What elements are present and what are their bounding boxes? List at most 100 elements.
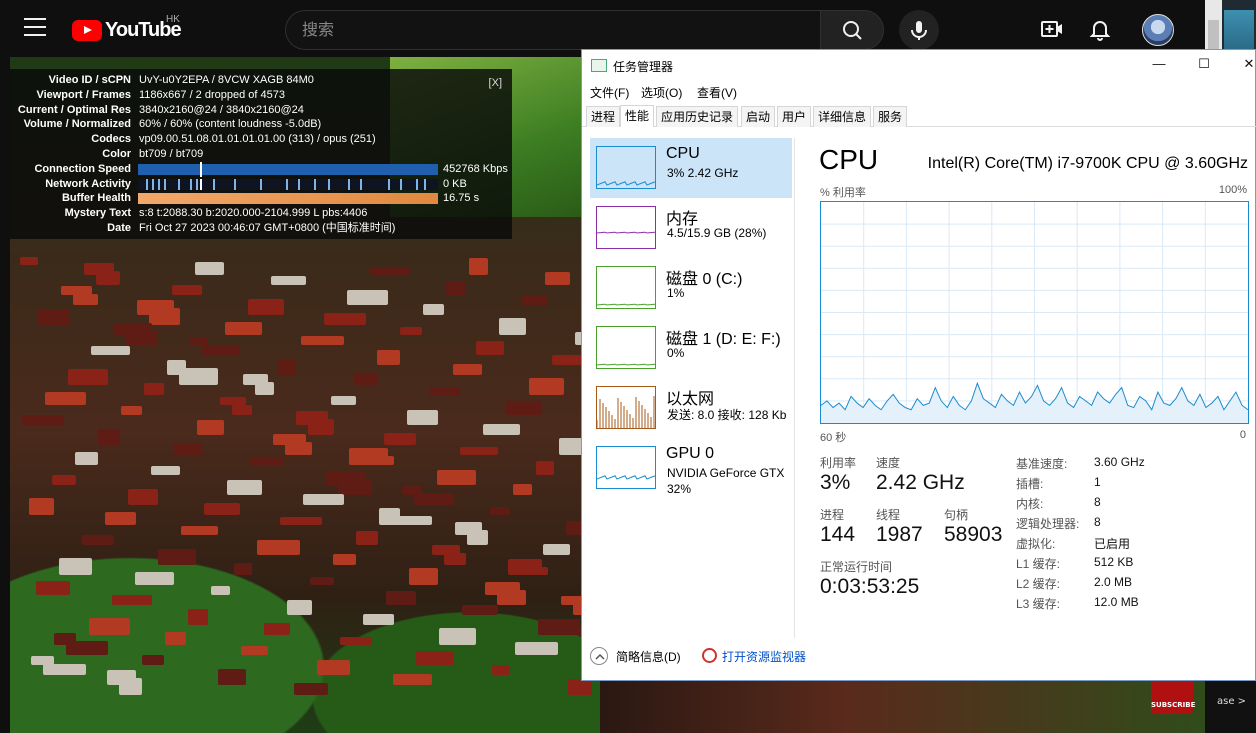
stats-key: Volume / Normalized [23,118,131,131]
search-input[interactable]: 搜索 [285,10,821,50]
task-manager-titlebar[interactable]: 任务管理器 — ☐ ✕ [582,50,1256,81]
house-roof [197,420,224,435]
house-roof [490,507,510,515]
stats-value: vp09.00.51.08.01.01.01.01.00 (313) / opu… [139,133,376,146]
house-roof [386,591,416,605]
house-roof [485,582,520,595]
house-roof [250,457,284,465]
sidebar-item-disk1[interactable]: 磁盘 1 (D: E: F:) 0% [590,318,792,378]
house-roof [82,535,114,545]
house-roof [211,586,230,595]
stats-value: 452768 Kbps [443,162,508,175]
house-roof [545,272,570,285]
house-roof [22,415,64,425]
stats-key: Codecs [91,133,131,146]
resource-monitor-icon [702,648,717,663]
house-roof [393,674,432,685]
house-roof [54,633,76,645]
house-roof [543,544,570,555]
sidebar-item-memory[interactable]: 内存 4.5/15.9 GB (28%) [590,198,792,258]
speed-value: 2.42 GHz [876,471,965,494]
house-roof [317,660,350,675]
tab-processes[interactable]: 进程 [586,106,621,127]
house-roof [38,309,70,325]
house-roof [333,554,356,565]
maximize-button[interactable]: ☐ [1194,56,1214,72]
stats-value: 0 KB [443,177,467,190]
mini-graph-line [596,475,656,480]
house-roof [492,665,510,675]
mini-graph-line [596,396,655,428]
house-roof [400,327,422,335]
spec-value: 1 [1094,475,1101,489]
threads-label: 线程 [876,508,901,522]
sidebar-item-gpu0[interactable]: GPU 0 NVIDIA GeForce GTX 32% [590,438,792,498]
create-video-icon[interactable] [1039,16,1065,42]
youtube-logo[interactable]: YouTube [72,19,182,41]
stats-value: s:8 t:2088.30 b:2020.000-2104.999 L pbs:… [139,207,368,220]
house-roof [430,387,460,395]
house-roof [167,360,186,375]
menu-icon[interactable] [24,18,46,36]
house-roof [326,471,366,485]
stats-key: Buffer Health [61,192,131,205]
stats-row: Date Fri Oct 27 2023 00:46:07 GMT+0800 (中… [10,221,512,235]
menu-file[interactable]: 文件(F) [590,84,629,101]
task-manager-window: 任务管理器 — ☐ ✕ 文件(F) 选项(O) 查看(V) 进程 性能 应用历史… [581,49,1256,681]
spec-value: 3.60 GHz [1094,455,1145,469]
house-roof [439,628,476,645]
house-roof [45,392,86,405]
tab-users[interactable]: 用户 [777,106,812,127]
menu-options[interactable]: 选项(O) [641,84,682,101]
tab-services[interactable]: 服务 [873,106,908,127]
buffer-health-bar [138,193,438,205]
tab-startup[interactable]: 启动 [741,106,776,127]
voice-search-button[interactable] [899,10,939,50]
sidebar-item-disk0[interactable]: 磁盘 0 (C:) 1% [590,258,792,318]
utilization-label: 利用率 [820,456,857,470]
mini-graph [596,146,656,189]
house-roof [499,318,526,335]
minimize-button[interactable]: — [1149,56,1169,71]
uptime-label: 正常运行时间 [820,560,893,574]
close-button[interactable]: ✕ [1239,56,1256,72]
house-roof [377,350,400,365]
house-roof [29,498,54,515]
house-roof [356,531,378,545]
house-roof [121,406,142,415]
processes-label: 进程 [820,508,845,522]
menu-view[interactable]: 查看(V) [697,84,737,101]
open-resource-monitor-link[interactable]: 打开资源监视器 [722,648,806,665]
subscribe-watermark[interactable]: SUBSCRIBE [1151,676,1195,714]
utilization-value: 3% [820,471,851,494]
house-roof [506,401,542,415]
tab-performance[interactable]: 性能 [620,105,655,127]
sidebar-item-name: CPU [666,145,700,162]
video-bottom-scene [600,681,1205,733]
notifications-bell-icon[interactable] [1087,16,1113,42]
stats-key: Current / Optimal Res [17,103,131,116]
spec-value: 12.0 MB [1094,595,1139,609]
sidebar-item-ethernet[interactable]: 以太网 发送: 8.0 接收: 128 Kb [590,378,792,438]
mini-graph-line [596,231,656,234]
stats-row: Connection Speed 452768 Kbps [10,161,512,177]
house-roof [455,522,482,535]
house-roof [142,655,164,665]
house-roof [416,651,454,665]
sidebar-item-value: 0% [667,346,685,360]
tab-bar: 进程 性能 应用历史记录 启动 用户 详细信息 服务 [582,105,1256,127]
tab-app-history[interactable]: 应用历史记录 [656,106,739,127]
house-roof [89,618,130,635]
user-avatar[interactable] [1142,14,1174,46]
sidebar-item-cpu[interactable]: CPU 3% 2.42 GHz [590,138,792,198]
spec-label: 插槽: [1016,477,1044,491]
search-button[interactable] [820,10,884,50]
collapse-chevron-icon[interactable] [590,647,608,665]
spec-label: L1 缓存: [1016,557,1061,571]
scrollbar-thumb[interactable] [1208,20,1219,50]
stats-row: Network Activity 0 KB [10,177,512,191]
tab-details[interactable]: 详细信息 [813,106,872,127]
stats-row: Buffer Health 16.75 s [10,191,512,205]
house-roof [174,443,202,455]
fewer-details-link[interactable]: 简略信息(D) [616,648,681,665]
